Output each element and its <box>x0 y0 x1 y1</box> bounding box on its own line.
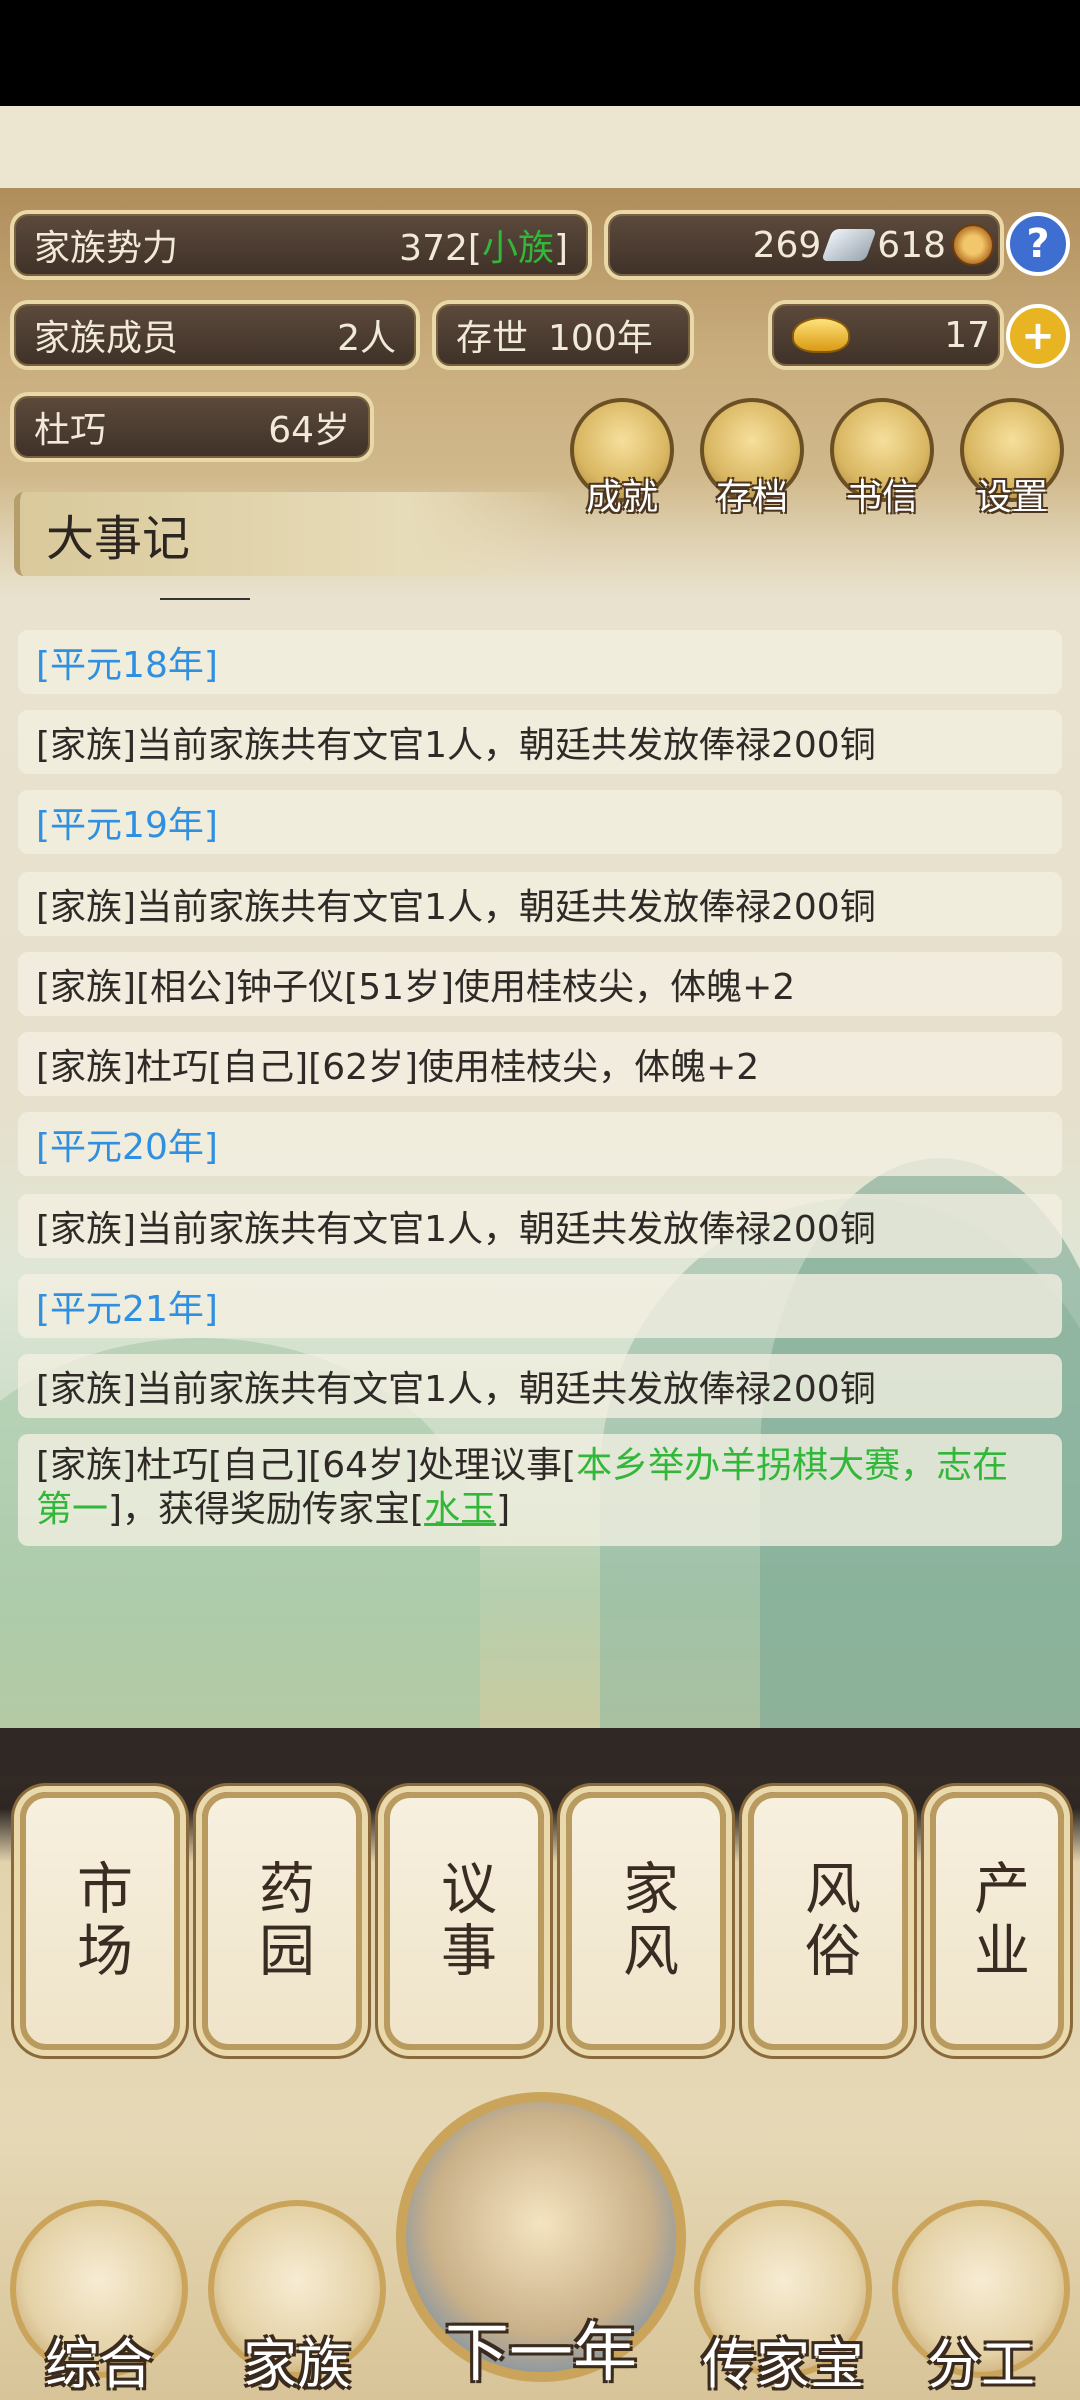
log-entry: [平元20年] <box>18 1112 1062 1176</box>
function-industry[interactable]: 产业 <box>930 1792 1064 2050</box>
letter-label: 书信 <box>845 477 918 518</box>
decorative-border <box>0 1728 1080 1776</box>
scroll-remnant <box>160 598 250 600</box>
copper-value: 618 <box>877 224 946 266</box>
settings-label: 设置 <box>975 477 1048 518</box>
overview-label: 综合 <box>45 2333 153 2396</box>
members-label: 家族成员 <box>34 318 179 359</box>
members-value: 2人 <box>337 318 396 359</box>
log-entry: [家族]杜巧[自己][62岁]使用桂枝尖，体魄+2 <box>18 1032 1062 1096</box>
log-entry-last: [家族]杜巧[自己][64岁]处理议事[本乡举办羊拐棋大赛，志在第一]，获得奖励… <box>18 1434 1062 1546</box>
heirloom-link[interactable]: 水玉 <box>424 1489 496 1530</box>
achievement-label: 成就 <box>585 477 658 518</box>
save-label: 存档 <box>715 477 788 518</box>
function-label: 药园 <box>249 1859 315 1983</box>
function-council[interactable]: 议事 <box>384 1792 544 2050</box>
function-family-style[interactable]: 家风 <box>566 1792 726 2050</box>
family-label: 家族 <box>243 2333 351 2396</box>
family-power-label: 家族势力 <box>34 228 179 269</box>
log-entry: [平元18年] <box>18 630 1062 694</box>
function-label: 风俗 <box>795 1859 861 1983</box>
chronicle-log[interactable]: [平元18年] [家族]当前家族共有文官1人，朝廷共发放俸禄200铜 [平元19… <box>0 598 1080 1728</box>
log-entry: [家族]当前家族共有文官1人，朝廷共发放俸禄200铜 <box>18 1354 1062 1418</box>
log-entry: [家族]当前家族共有文官1人，朝廷共发放俸禄200铜 <box>18 710 1062 774</box>
family-power-panel: 家族势力 372[小族] <box>10 210 592 280</box>
power-rank: 小族 <box>481 228 554 269</box>
currency-panel: 269 618 <box>604 210 1004 280</box>
chronicle-title: 大事记 <box>14 492 574 576</box>
add-gold-icon[interactable]: + <box>1006 304 1070 368</box>
function-customs[interactable]: 风俗 <box>748 1792 908 2050</box>
gold-value: 17 <box>944 314 990 356</box>
status-bar <box>0 0 1080 106</box>
log-entry: [家族]当前家族共有文官1人，朝廷共发放俸禄200铜 <box>18 872 1062 936</box>
existence-value: 100年 <box>548 318 653 359</box>
copper-coin-icon <box>952 224 994 266</box>
gold-panel: 17 <box>768 300 1004 370</box>
power-number: 372 <box>399 228 468 269</box>
gold-ingot-icon <box>792 317 850 353</box>
character-age: 64岁 <box>268 410 350 451</box>
next-year-label: 下一年 <box>445 2317 637 2391</box>
function-herb-garden[interactable]: 药园 <box>202 1792 362 2050</box>
silver-icon <box>821 229 878 261</box>
help-icon[interactable]: ? <box>1006 212 1070 276</box>
log-entry-prefix: [家族]杜巧[自己][64岁]处理议事[ <box>36 1445 577 1486</box>
log-entry: [家族]当前家族共有文官1人，朝廷共发放俸禄200铜 <box>18 1194 1062 1258</box>
chronicle-title-text: 大事记 <box>46 511 191 567</box>
function-market[interactable]: 市场 <box>20 1792 180 2050</box>
log-entry-suffix: ] <box>496 1489 511 1530</box>
silver-value: 269 <box>752 224 822 266</box>
log-entry: [平元19年] <box>18 790 1062 854</box>
log-entry: [家族][相公]钟子仪[51岁]使用桂枝尖，体魄+2 <box>18 952 1062 1016</box>
function-label: 市场 <box>67 1859 133 1983</box>
rank-bracket-open: [ <box>467 228 482 269</box>
log-entry-middle: ]，获得奖励传家宝[ <box>108 1489 425 1530</box>
members-panel: 家族成员 2人 <box>10 300 420 370</box>
family-power-value: 372[小族] <box>399 219 568 271</box>
function-label: 议事 <box>431 1859 497 1983</box>
log-entry: [平元21年] <box>18 1274 1062 1338</box>
existence-panel: 存世 100年 <box>432 300 694 370</box>
division-label: 分工 <box>927 2333 1035 2396</box>
character-name: 杜巧 <box>34 410 107 451</box>
heirloom-label: 传家宝 <box>702 2333 864 2396</box>
top-band <box>0 106 1080 188</box>
character-panel: 杜巧 64岁 <box>10 392 374 462</box>
existence-label: 存世 <box>456 318 529 359</box>
rank-bracket-close: ] <box>553 228 568 269</box>
function-label: 产业 <box>964 1859 1030 1983</box>
function-label: 家风 <box>613 1859 679 1983</box>
